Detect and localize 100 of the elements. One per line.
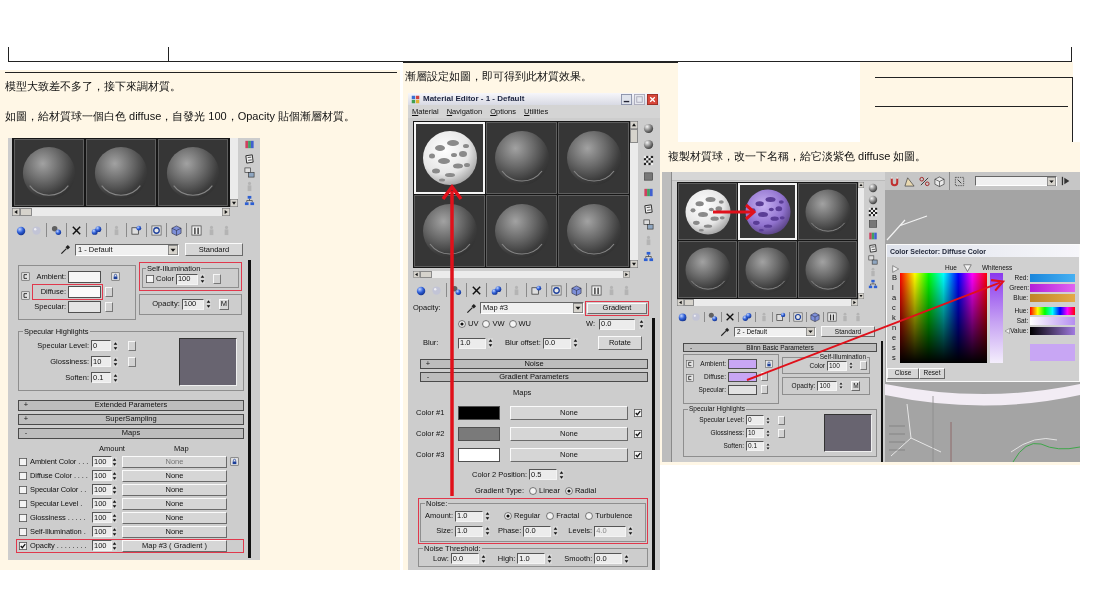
cross-icon[interactable] [71, 224, 82, 236]
balls-icon[interactable] [491, 284, 502, 296]
scrollbar[interactable] [677, 299, 858, 306]
spinner-button[interactable] [839, 381, 844, 391]
cube-icon[interactable] [571, 284, 582, 296]
percent-icon[interactable] [919, 175, 930, 187]
value-marker-icon[interactable] [1004, 328, 1011, 334]
scroll-arrow-button[interactable] [222, 208, 230, 216]
color-swatch[interactable] [458, 427, 500, 441]
scroll-arrow-button[interactable] [230, 199, 238, 207]
eyedropper-icon[interactable] [466, 302, 477, 314]
balls-icon[interactable] [91, 224, 102, 236]
checkbox[interactable] [634, 430, 642, 438]
eyedropper-icon[interactable] [60, 244, 71, 255]
note-icon[interactable] [868, 243, 878, 253]
bracket-icon[interactable] [21, 291, 30, 300]
map-slot-button[interactable] [212, 274, 221, 284]
color-swatch[interactable] [728, 384, 757, 395]
square-icon[interactable] [642, 171, 654, 182]
sphere-icon[interactable] [642, 123, 654, 134]
channel-gradient-bar[interactable] [1030, 307, 1076, 315]
bars-icon[interactable] [191, 224, 202, 236]
hue-blackness-picker[interactable] [900, 273, 988, 363]
cross-icon[interactable] [471, 284, 482, 296]
cube-icon[interactable] [810, 312, 820, 323]
scroll-arrow-button[interactable] [623, 271, 630, 278]
balls-icon[interactable] [51, 224, 62, 236]
color-swatch[interactable] [68, 270, 101, 283]
channel-gradient-bar[interactable] [1030, 327, 1076, 335]
spinner-button[interactable] [112, 484, 117, 495]
color-bars-icon[interactable] [868, 231, 878, 241]
cross-icon[interactable] [725, 312, 735, 323]
ball-icon[interactable] [678, 312, 688, 323]
selection-icon[interactable] [954, 175, 965, 187]
scroll-arrow-button[interactable] [851, 299, 858, 306]
spinner-button[interactable] [113, 340, 118, 351]
whiteness-gradient-bar[interactable] [990, 273, 1004, 363]
cube-icon[interactable] [171, 224, 182, 236]
checkbox[interactable] [19, 499, 27, 508]
balls-icon[interactable] [451, 284, 462, 296]
spinner-button[interactable] [485, 511, 490, 521]
note-icon[interactable] [243, 153, 255, 164]
circle-icon[interactable] [793, 312, 803, 323]
spinner-button[interactable] [113, 372, 118, 383]
spinner-button[interactable] [849, 361, 853, 371]
spinner-button[interactable] [639, 319, 644, 329]
spinner-button[interactable] [766, 415, 770, 425]
blackness-marker-icon[interactable] [892, 265, 900, 273]
scrollbar[interactable] [12, 208, 230, 216]
spinner-button[interactable] [628, 526, 634, 536]
sphere-icon[interactable] [642, 139, 654, 150]
square-icon[interactable] [868, 219, 878, 229]
spinner-button[interactable] [485, 526, 490, 536]
triangle-icon[interactable] [904, 175, 915, 187]
bracket-icon[interactable] [686, 360, 694, 369]
scrollbar[interactable] [413, 271, 630, 278]
checkbox[interactable] [634, 409, 642, 417]
scrollbar[interactable] [630, 121, 638, 268]
boxes-icon[interactable] [642, 219, 654, 230]
eyedropper-icon[interactable] [720, 326, 730, 337]
cube-icon[interactable] [934, 175, 945, 187]
ball-icon[interactable] [16, 224, 27, 236]
spinner-button[interactable] [572, 338, 578, 348]
view-dropdown[interactable] [975, 176, 1057, 186]
spinner-button[interactable] [559, 469, 565, 480]
scroll-arrow-button[interactable] [677, 299, 684, 306]
color-swatch[interactable] [68, 300, 101, 313]
close-button[interactable] [647, 93, 658, 105]
nodes-icon[interactable] [868, 279, 878, 289]
nodes-icon[interactable] [243, 195, 255, 206]
checkbox[interactable] [19, 485, 27, 494]
map-slot-button[interactable] [128, 356, 136, 367]
lock-icon[interactable] [765, 359, 773, 368]
color-swatch[interactable] [458, 406, 500, 420]
spinner-button[interactable] [553, 526, 559, 536]
scroll-thumb[interactable] [630, 129, 638, 143]
scroll-arrow-button[interactable] [630, 121, 638, 129]
spinner-button[interactable] [205, 299, 211, 309]
material-slot[interactable] [678, 183, 737, 240]
box-icon[interactable] [776, 312, 786, 323]
box-icon[interactable] [131, 224, 142, 236]
color-bars-icon[interactable] [642, 187, 654, 198]
ball-icon[interactable] [416, 284, 427, 296]
spinner-button[interactable] [113, 356, 118, 367]
scroll-arrow-button[interactable] [858, 182, 864, 188]
boxes-icon[interactable] [868, 255, 878, 265]
spinner-button[interactable] [766, 441, 770, 451]
checkbox[interactable] [19, 541, 27, 550]
bracket-icon[interactable] [686, 374, 694, 383]
color-bars-icon[interactable] [243, 139, 255, 150]
minimize-button[interactable] [621, 93, 632, 105]
map-slot-button[interactable] [860, 361, 867, 371]
checkbox[interactable] [146, 275, 154, 283]
spinner-button[interactable] [488, 338, 493, 348]
spinner-button[interactable] [112, 512, 117, 523]
checker-icon[interactable] [868, 207, 878, 217]
balls-icon[interactable] [742, 312, 752, 323]
scrollbar[interactable] [230, 138, 238, 207]
color-swatch[interactable] [458, 448, 500, 462]
scroll-arrow-button[interactable] [630, 260, 638, 268]
